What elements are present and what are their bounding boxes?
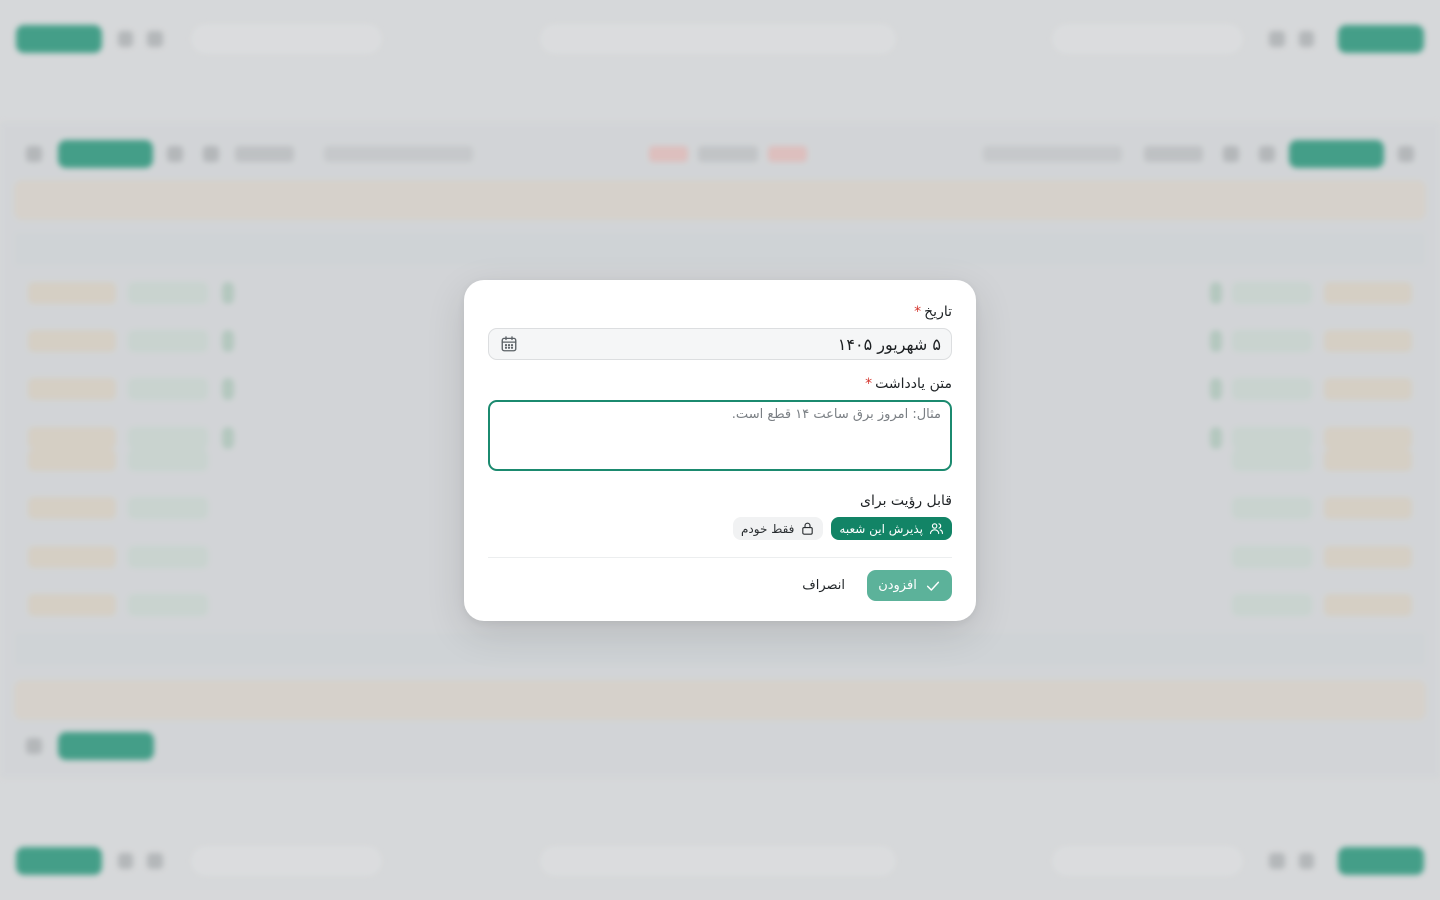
date-value: ۵ شهریور ۱۴۰۵ xyxy=(837,334,941,354)
add-note-dialog: تاریخ * ۵ شهریور ۱۴۰۵ متن یادداشت * قابل… xyxy=(464,280,976,621)
date-label-row: تاریخ * xyxy=(488,302,952,322)
required-mark: * xyxy=(914,304,922,320)
date-picker-field[interactable]: ۵ شهریور ۱۴۰۵ xyxy=(488,328,952,360)
visibility-option-branch[interactable]: پذیرش این شعبه xyxy=(831,517,952,540)
visibility-option-only-me[interactable]: فقط خودم xyxy=(733,517,824,540)
divider xyxy=(488,557,952,558)
add-button[interactable]: افزودن xyxy=(867,570,952,601)
required-mark: * xyxy=(865,376,873,392)
visibility-option-label: پذیرش این شعبه xyxy=(839,521,923,536)
check-icon xyxy=(926,581,939,591)
visibility-options: پذیرش این شعبه فقط خودم xyxy=(488,517,952,540)
lock-icon xyxy=(802,522,814,535)
add-button-label: افزودن xyxy=(878,578,917,593)
visibility-label: قابل رؤیت برای xyxy=(860,493,952,509)
visibility-option-label: فقط خودم xyxy=(741,521,795,536)
cancel-button[interactable]: انصراف xyxy=(802,578,845,593)
note-textarea[interactable] xyxy=(488,400,952,471)
calendar-icon[interactable] xyxy=(499,334,519,354)
date-label: تاریخ xyxy=(924,304,952,320)
note-label-row: متن یادداشت * xyxy=(488,374,952,394)
note-label: متن یادداشت xyxy=(875,376,952,392)
dialog-actions: افزودن انصراف xyxy=(488,570,952,601)
users-icon xyxy=(930,523,943,535)
